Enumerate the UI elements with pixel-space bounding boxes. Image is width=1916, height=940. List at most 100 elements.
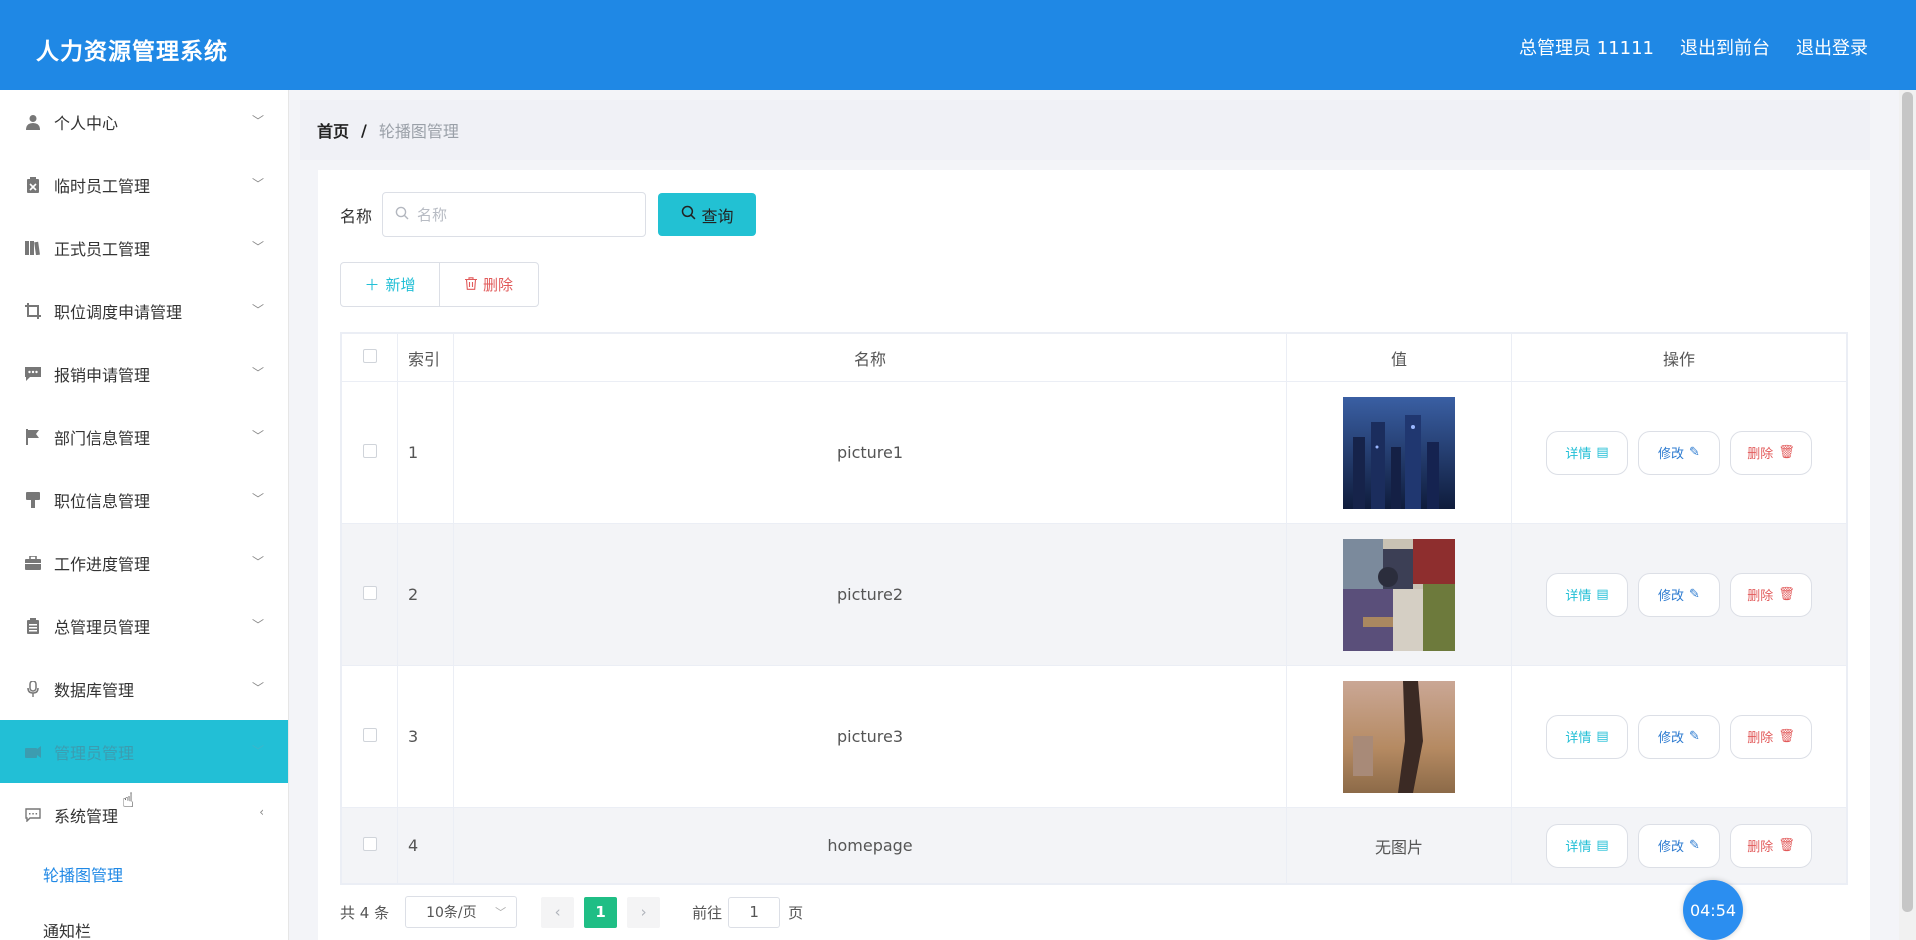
trash-icon: 🗑︎ <box>1778 729 1795 744</box>
sidebar-subitem-carousel[interactable]: 轮播图管理 <box>0 846 288 902</box>
briefcase-icon <box>24 554 42 572</box>
chevron-down-icon: ﹀ <box>495 906 507 919</box>
query-button[interactable]: 查询 <box>658 193 757 236</box>
sidebar-item-database[interactable]: 数据库管理 ﹀ <box>0 657 288 720</box>
carousel-thumbnail[interactable] <box>1343 396 1455 509</box>
search-row: 名称 查询 <box>340 192 757 237</box>
row-select-cell <box>341 381 398 524</box>
sidebar-item-position-info[interactable]: 职位信息管理 ﹀ <box>0 468 288 531</box>
search-icon <box>681 205 696 224</box>
page-number-current[interactable]: 1 <box>584 896 618 928</box>
row-index: 3 <box>397 665 454 808</box>
pencil-icon: ✎ <box>1689 587 1700 602</box>
sidebar-item-label: 个人中心 <box>54 113 119 133</box>
sidebar-item-label: 数据库管理 <box>54 680 135 700</box>
select-all-cell <box>341 333 398 382</box>
chevron-left-icon: ‹ <box>259 805 264 819</box>
detail-button[interactable]: 详情 ▤ <box>1546 823 1628 868</box>
message-icon <box>24 806 42 824</box>
edit-label: 修改 <box>1658 589 1685 604</box>
edit-button[interactable]: 修改 ✎ <box>1638 714 1720 759</box>
exit-to-front-link[interactable]: 退出到前台 <box>1680 34 1770 60</box>
add-button[interactable]: ＋ 新增 <box>340 262 440 307</box>
row-checkbox[interactable] <box>362 444 377 458</box>
delete-button[interactable]: 删除 🗑︎ <box>1730 430 1812 475</box>
edit-label: 修改 <box>1658 731 1685 746</box>
breadcrumb-separator: / <box>361 120 367 140</box>
page-size-select[interactable]: 10条/页 ﹀ <box>405 896 518 928</box>
edit-button[interactable]: 修改 ✎ <box>1638 823 1720 868</box>
row-value: 无图片 <box>1286 807 1512 884</box>
sidebar-item-super-admin[interactable]: 总管理员管理 ﹀ <box>0 594 288 657</box>
sidebar-item-label: 正式员工管理 <box>54 239 151 259</box>
header-value: 值 <box>1286 333 1512 382</box>
chevron-left-icon: ‹ <box>554 903 561 921</box>
delete-button[interactable]: 删除 🗑︎ <box>1730 823 1812 868</box>
breadcrumb-home[interactable]: 首页 <box>317 118 349 142</box>
hand-cursor-icon: ☝ <box>122 788 135 812</box>
sidebar-item-regular-staff[interactable]: 正式员工管理 ﹀ <box>0 216 288 279</box>
table-row: 4 homepage 无图片 详情 ▤ 修改 ✎ 删除 🗑︎ <box>341 807 1847 884</box>
goto-page-input[interactable]: 1 <box>728 896 781 928</box>
pencil-icon: ✎ <box>1689 838 1700 853</box>
delete-button[interactable]: 删除 🗑︎ <box>1730 572 1812 617</box>
search-label: 名称 <box>340 206 373 226</box>
delete-label: 删除 <box>1747 589 1774 604</box>
table-row: 1 picture1 详情 ▤ 修改 ✎ 删除 🗑︎ <box>341 381 1847 524</box>
delete-button[interactable]: 删除 🗑︎ <box>1730 714 1812 759</box>
row-select-cell <box>341 523 398 666</box>
batch-delete-button[interactable]: 删除 <box>439 262 539 307</box>
sidebar-item-label: 职位调度申请管理 <box>54 302 183 322</box>
detail-label: 详情 <box>1565 589 1592 604</box>
sidebar-item-work-progress[interactable]: 工作进度管理 ﹀ <box>0 531 288 594</box>
sidebar-item-reimbursement[interactable]: 报销申请管理 ﹀ <box>0 342 288 405</box>
chevron-down-icon: ﹀ <box>251 240 264 254</box>
row-index: 4 <box>397 807 454 884</box>
sidebar-subitem-notice[interactable]: 通知栏 <box>0 902 288 940</box>
carousel-thumbnail[interactable] <box>1343 538 1455 651</box>
row-select-cell <box>341 665 398 808</box>
row-value <box>1286 665 1512 808</box>
row-actions: 详情 ▤ 修改 ✎ 删除 🗑︎ <box>1511 523 1847 666</box>
scrollbar-thumb[interactable] <box>1902 92 1913 912</box>
add-button-label: 新增 <box>385 276 416 294</box>
next-page-button[interactable]: › <box>627 896 661 928</box>
sidebar-item-system[interactable]: 系统管理 ‹ <box>0 783 288 846</box>
carousel-thumbnail[interactable] <box>1343 680 1455 793</box>
row-checkbox[interactable] <box>362 728 377 742</box>
table-row: 2 picture2 详情 ▤ 修改 ✎ 删除 🗑︎ <box>341 523 1847 666</box>
edit-label: 修改 <box>1658 447 1685 462</box>
detail-button[interactable]: 详情 ▤ <box>1546 430 1628 475</box>
select-all-checkbox[interactable] <box>362 349 377 363</box>
clipboard-x-icon <box>24 176 42 194</box>
row-index: 2 <box>397 523 454 666</box>
sidebar-item-position-transfer[interactable]: 职位调度申请管理 ﹀ <box>0 279 288 342</box>
books-icon <box>24 239 42 257</box>
user-icon <box>24 113 42 131</box>
logout-link[interactable]: 退出登录 <box>1796 34 1868 60</box>
app-title: 人力资源管理系统 <box>36 39 228 65</box>
row-checkbox[interactable] <box>362 837 377 851</box>
sidebar-item-personal-center[interactable]: 个人中心 ﹀ <box>0 90 288 153</box>
trash-icon: 🗑︎ <box>1778 445 1795 460</box>
prev-page-button[interactable]: ‹ <box>541 896 575 928</box>
row-name: picture2 <box>453 523 1287 666</box>
detail-button[interactable]: 详情 ▤ <box>1546 572 1628 617</box>
chevron-down-icon: ﹀ <box>251 744 264 758</box>
total-count: 共 4 条 <box>340 903 390 922</box>
delete-label: 删除 <box>1747 447 1774 462</box>
edit-button[interactable]: 修改 ✎ <box>1638 572 1720 617</box>
top-bar-links: 总管理员 11111 退出到前台 退出登录 <box>1519 34 1868 60</box>
sidebar-item-department[interactable]: 部门信息管理 ﹀ <box>0 405 288 468</box>
sidebar-item-temp-staff[interactable]: 临时员工管理 ﹀ <box>0 153 288 216</box>
detail-label: 详情 <box>1565 447 1592 462</box>
detail-button[interactable]: 详情 ▤ <box>1546 714 1628 759</box>
sidebar-item-label: 报销申请管理 <box>54 365 151 385</box>
timer-badge[interactable]: 04:54 <box>1683 880 1743 940</box>
row-select-cell <box>341 807 398 884</box>
page-scrollbar[interactable] <box>1899 90 1916 940</box>
edit-button[interactable]: 修改 ✎ <box>1638 430 1720 475</box>
sidebar-item-admin[interactable]: 管理员管理 ﹀ <box>0 720 288 783</box>
search-input[interactable] <box>417 205 628 224</box>
row-checkbox[interactable] <box>362 586 377 600</box>
